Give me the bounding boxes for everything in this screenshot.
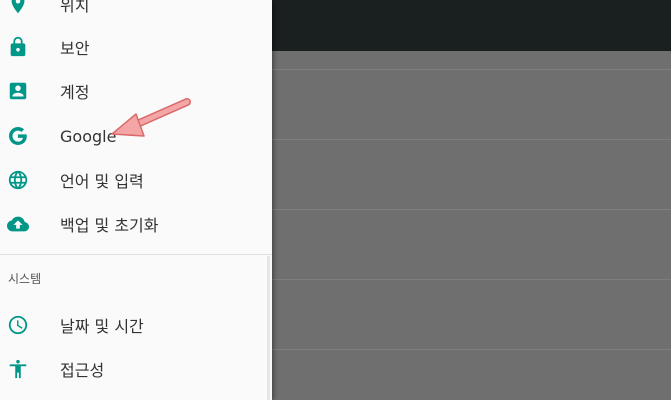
list-divider [272, 139, 671, 140]
account-box-icon [6, 79, 30, 103]
list-divider [272, 279, 671, 280]
list-divider [272, 69, 671, 70]
lock-icon [6, 35, 30, 59]
settings-screen: 위치 보안 계정 Google 언어 및 입력 백업 및 초기화 시스템 날짜 … [0, 0, 671, 400]
cloud-upload-icon [6, 212, 30, 236]
drawer-item-security[interactable]: 보안 [0, 25, 272, 69]
drawer-item-label: 날짜 및 시간 [60, 317, 144, 336]
location-pin-icon [6, 0, 30, 16]
clock-icon [6, 313, 30, 337]
drawer-item-label: 계정 [60, 83, 90, 102]
section-divider [0, 254, 272, 255]
drawer-scrollbar[interactable] [267, 256, 270, 400]
drawer-item-label: 접근성 [60, 361, 105, 380]
drawer-item-label: 위치 [60, 0, 90, 15]
drawer-item-google[interactable]: Google [0, 114, 272, 158]
drawer-item-accessibility[interactable]: 접근성 [0, 347, 272, 391]
drawer-item-date-time[interactable]: 날짜 및 시간 [0, 303, 272, 347]
drawer-item-accounts[interactable]: 계정 [0, 69, 272, 113]
globe-icon [6, 168, 30, 192]
settings-navigation-drawer: 위치 보안 계정 Google 언어 및 입력 백업 및 초기화 시스템 날짜 … [0, 0, 272, 400]
drawer-item-label: 언어 및 입력 [60, 172, 144, 191]
drawer-item-label: 보안 [60, 39, 90, 58]
section-header-system: 시스템 [8, 272, 42, 286]
drawer-item-label: 백업 및 초기화 [60, 216, 159, 235]
drawer-item-label: Google [60, 126, 117, 146]
drawer-item-location[interactable]: 위치 [0, 0, 272, 26]
drawer-item-backup-reset[interactable]: 백업 및 초기화 [0, 202, 272, 246]
list-divider [272, 349, 671, 350]
drawer-item-language-input[interactable]: 언어 및 입력 [0, 158, 272, 202]
list-divider [272, 209, 671, 210]
google-g-icon [6, 124, 30, 148]
accessibility-icon [6, 357, 30, 381]
